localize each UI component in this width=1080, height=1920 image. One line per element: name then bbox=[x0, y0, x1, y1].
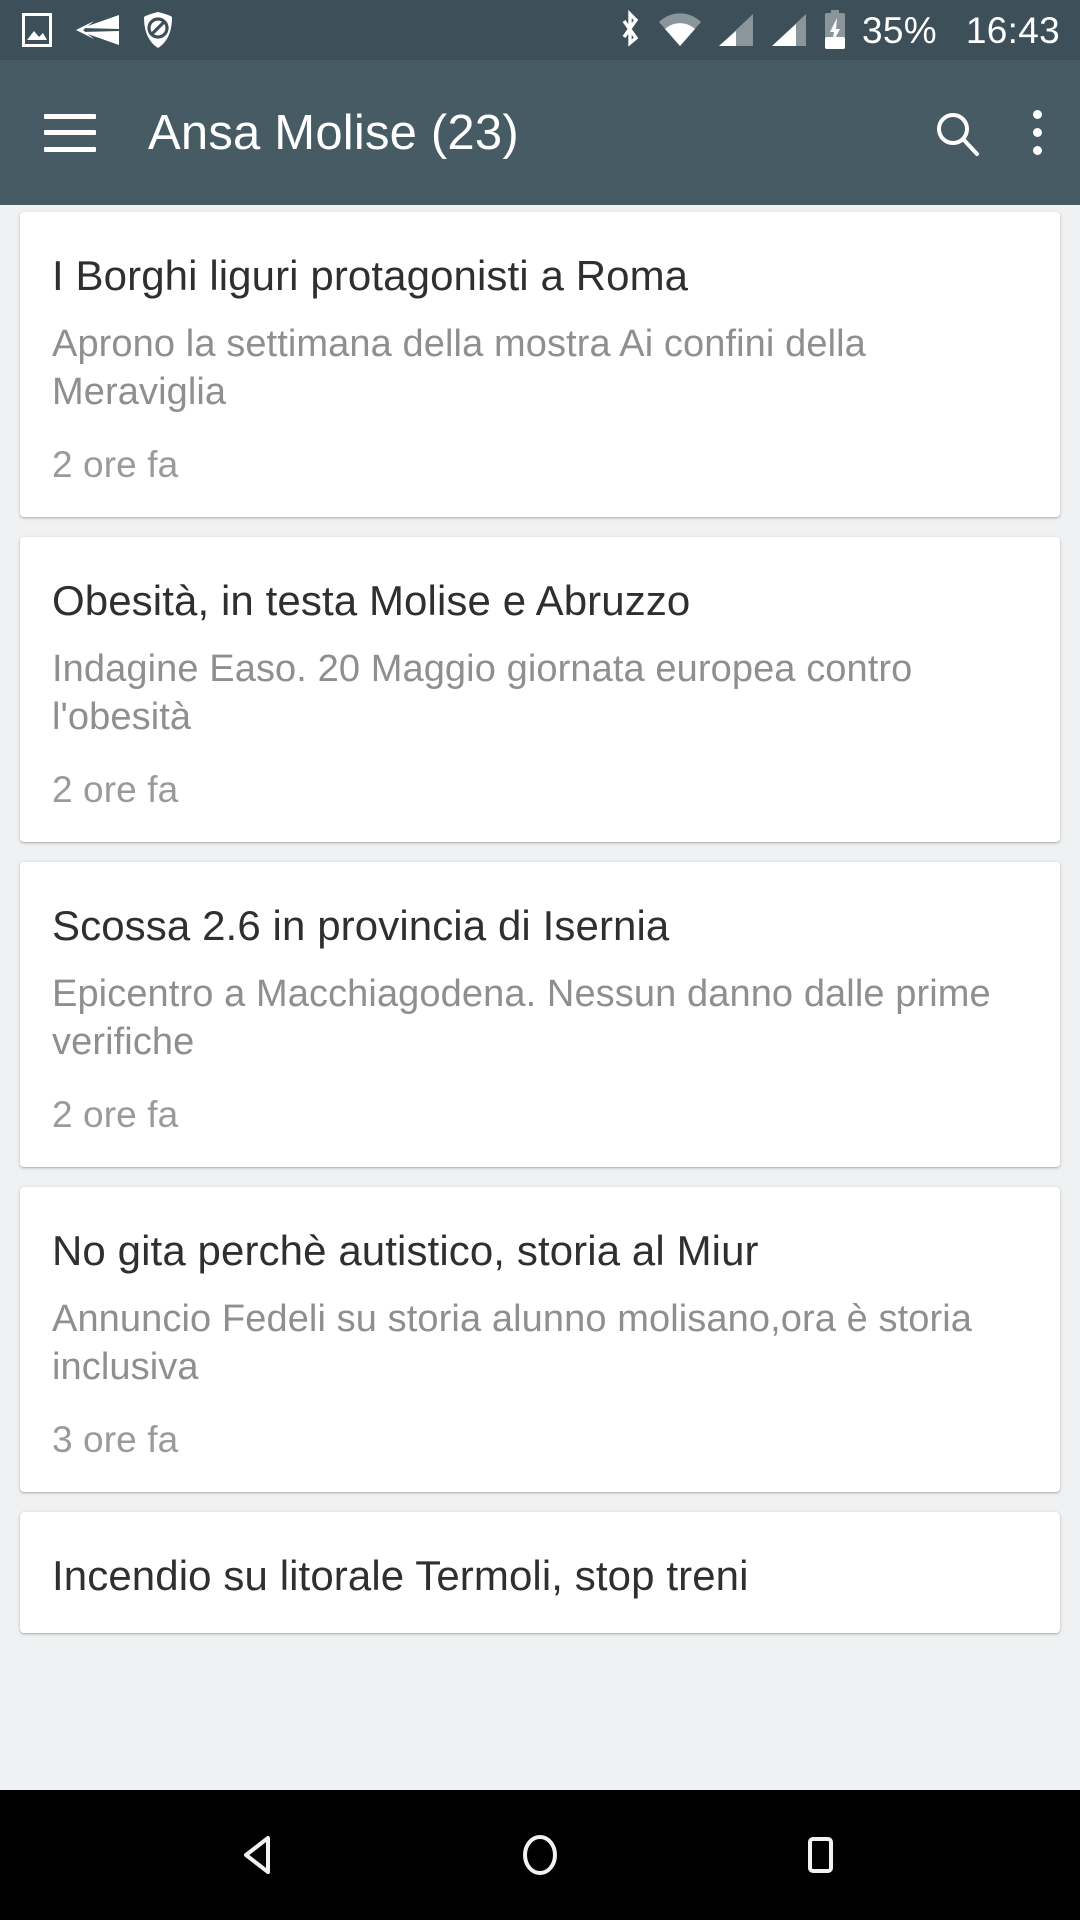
article-title: Scossa 2.6 in provincia di Isernia bbox=[52, 902, 670, 950]
status-bar: 35% 16:43 bbox=[0, 0, 1080, 60]
status-bar-clock: 16:43 bbox=[965, 9, 1060, 51]
bluetooth-icon bbox=[622, 10, 639, 47]
article-title: I Borghi liguri protagonisti a Roma bbox=[52, 252, 689, 299]
send-icon bbox=[76, 15, 119, 45]
article-description: Indagine Easo. 20 Maggio giornata europe… bbox=[52, 648, 913, 738]
shield-block-icon bbox=[144, 12, 172, 48]
article-description: Annuncio Fedeli su storia alunno molisan… bbox=[52, 1298, 973, 1388]
page-title: Ansa Molise (23) bbox=[148, 105, 519, 160]
article-title: Obesità, in testa Molise e Abruzzo bbox=[52, 577, 691, 625]
article-card[interactable]: I Borghi liguri protagonisti a Roma Apro… bbox=[20, 212, 1060, 518]
wifi-icon bbox=[658, 13, 701, 46]
overflow-menu-button[interactable] bbox=[1033, 110, 1042, 155]
app-bar-actions bbox=[933, 109, 1042, 157]
article-card[interactable]: Obesità, in testa Molise e Abruzzo Indag… bbox=[20, 537, 1060, 843]
overflow-dot bbox=[1033, 146, 1042, 155]
recents-square-icon bbox=[808, 1837, 833, 1873]
article-list[interactable]: I Borghi liguri protagonisti a Roma Apro… bbox=[0, 205, 1080, 1790]
app-bar: Ansa Molise (23) bbox=[0, 60, 1080, 205]
article-description: Epicentro a Macchiagodena. Nessun danno … bbox=[52, 973, 991, 1063]
battery-percent-label: 35% bbox=[861, 9, 937, 51]
overflow-menu-icon bbox=[1033, 110, 1042, 155]
signal-sim1-icon bbox=[718, 14, 753, 46]
hamburger-icon[interactable] bbox=[44, 113, 96, 152]
hamburger-line bbox=[44, 113, 96, 119]
back-triangle-icon bbox=[244, 1836, 270, 1874]
overflow-dot bbox=[1033, 110, 1042, 119]
article-card[interactable]: Scossa 2.6 in provincia di Isernia Epice… bbox=[20, 862, 1060, 1168]
home-button[interactable] bbox=[480, 1795, 600, 1915]
article-timestamp: 3 ore fa bbox=[52, 1419, 179, 1461]
article-timestamp: 2 ore fa bbox=[52, 444, 179, 486]
search-button[interactable] bbox=[933, 109, 981, 157]
overflow-dot bbox=[1033, 128, 1042, 137]
search-icon bbox=[937, 112, 979, 156]
article-title: No gita perchè autistico, storia al Miur bbox=[52, 1227, 759, 1275]
article-title: Incendio su litorale Termoli, stop treni bbox=[52, 1552, 749, 1600]
phone-screen: 35% 16:43 Ansa Molise (23) I Borghi ligu… bbox=[0, 0, 1080, 1920]
signal-sim2-icon bbox=[771, 14, 806, 46]
status-bar-notification-icons bbox=[22, 11, 174, 49]
recents-button[interactable] bbox=[760, 1795, 880, 1915]
article-card[interactable]: Incendio su litorale Termoli, stop treni bbox=[20, 1512, 1060, 1634]
article-card[interactable]: No gita perchè autistico, storia al Miur… bbox=[20, 1187, 1060, 1493]
article-timestamp: 2 ore fa bbox=[52, 1094, 179, 1136]
hamburger-line bbox=[44, 130, 96, 135]
back-button[interactable] bbox=[200, 1795, 320, 1915]
hamburger-line bbox=[44, 146, 96, 152]
image-icon bbox=[22, 13, 52, 47]
article-description: Aprono la settimana della mostra Ai conf… bbox=[52, 323, 866, 413]
home-circle-icon bbox=[523, 1835, 557, 1875]
article-timestamp: 2 ore fa bbox=[52, 769, 179, 811]
status-bar-system-icons: 35% 16:43 bbox=[617, 10, 1060, 50]
battery-charging-icon bbox=[824, 10, 845, 49]
android-navigation-bar bbox=[0, 1790, 1080, 1920]
